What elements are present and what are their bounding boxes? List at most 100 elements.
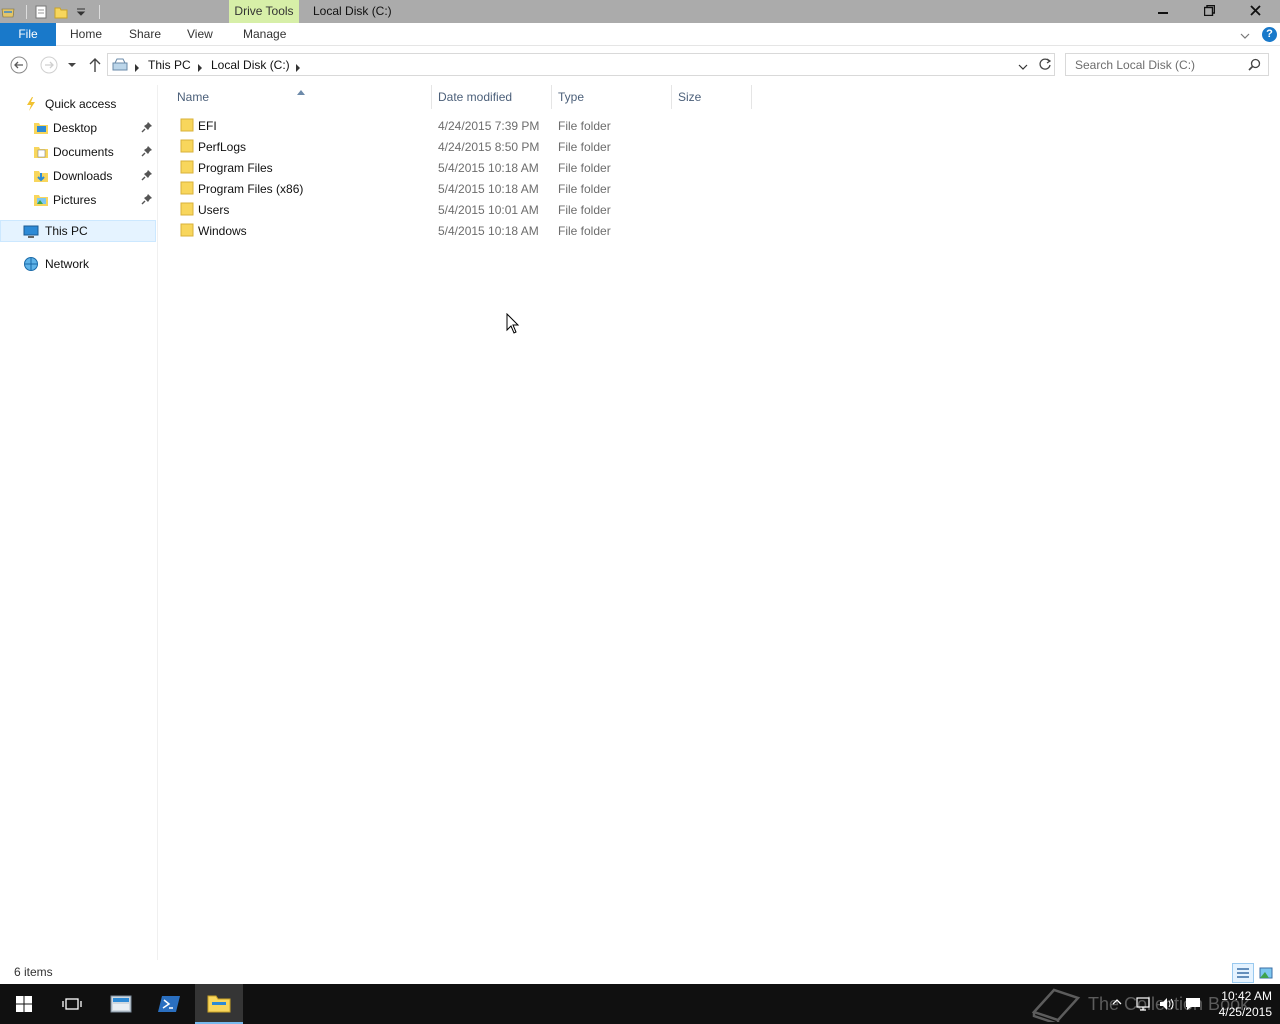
file-name: Users	[198, 203, 230, 217]
item-count: 6 items	[14, 965, 53, 979]
tab-manage[interactable]: Manage	[243, 23, 286, 46]
column-header-label: Type	[558, 90, 585, 104]
server-manager-icon	[110, 995, 132, 1013]
tab-home[interactable]: Home	[70, 23, 102, 46]
breadcrumb-separator-icon[interactable]	[197, 61, 203, 75]
file-date: 5/4/2015 10:18 AM	[438, 161, 539, 175]
column-header-type[interactable]: Type	[552, 85, 672, 109]
task-view-icon	[62, 998, 82, 1010]
file-name: Windows	[198, 224, 247, 238]
volume-icon[interactable]	[1158, 996, 1176, 1015]
file-date: 5/4/2015 10:18 AM	[438, 224, 539, 238]
file-date: 5/4/2015 10:01 AM	[438, 203, 539, 217]
folder-icon	[180, 223, 194, 237]
file-type: File folder	[558, 161, 611, 175]
nav-item-desktop[interactable]: Desktop	[0, 117, 156, 139]
back-button[interactable]	[8, 54, 30, 76]
close-icon	[1249, 4, 1261, 16]
search-input[interactable]: Search Local Disk (C:)	[1065, 53, 1269, 76]
column-header-label: Date modified	[438, 90, 513, 104]
file-row[interactable]: PerfLogs 4/24/2015 8:50 PM File folder	[172, 136, 752, 157]
file-row[interactable]: Program Files 5/4/2015 10:18 AM File fol…	[172, 157, 752, 178]
clock[interactable]: 10:42 AM 4/25/2015	[1200, 988, 1272, 1020]
file-date: 5/4/2015 10:18 AM	[438, 182, 539, 196]
address-history-chevron-icon[interactable]	[1018, 60, 1028, 74]
restore-button[interactable]	[1186, 0, 1232, 20]
nav-item-label: Downloads	[53, 169, 113, 183]
nav-item-label: This PC	[45, 224, 88, 238]
minimize-button[interactable]	[1140, 0, 1186, 20]
nav-item-downloads[interactable]: Downloads	[0, 165, 156, 187]
search-placeholder: Search Local Disk (C:)	[1075, 58, 1196, 72]
start-button[interactable]	[0, 984, 48, 1024]
customize-toolbar-dropdown-icon[interactable]	[73, 4, 89, 20]
network-tray-icon[interactable]	[1134, 996, 1152, 1015]
file-name: PerfLogs	[198, 140, 247, 154]
breadcrumb-local-disk[interactable]: Local Disk (C:)	[211, 58, 290, 72]
column-header-size[interactable]: Size	[672, 85, 752, 109]
up-button[interactable]	[84, 54, 106, 76]
title-bar: Drive Tools Local Disk (C:)	[0, 0, 1280, 23]
computer-icon	[23, 224, 39, 240]
taskbar-app-file-explorer[interactable]	[195, 984, 243, 1024]
breadcrumb-separator-icon[interactable]	[295, 61, 301, 75]
ribbon-tabs: File Home Share View Manage ?	[0, 23, 1280, 46]
taskbar-app-server-manager[interactable]	[97, 984, 145, 1024]
nav-item-pictures[interactable]: Pictures	[0, 189, 156, 211]
tab-view[interactable]: View	[187, 23, 213, 46]
restore-icon	[1203, 4, 1215, 16]
powershell-icon	[158, 996, 180, 1012]
properties-icon[interactable]	[33, 4, 49, 20]
file-row[interactable]: EFI 4/24/2015 7:39 PM File folder	[172, 115, 752, 136]
file-type: File folder	[558, 119, 611, 133]
pin-icon[interactable]	[141, 121, 153, 136]
close-button[interactable]	[1232, 0, 1278, 20]
help-icon[interactable]: ?	[1262, 27, 1277, 42]
explorer-icon[interactable]	[0, 4, 16, 20]
forward-arrow-icon	[40, 56, 58, 74]
pin-icon[interactable]	[141, 145, 153, 160]
nav-item-documents[interactable]: Documents	[0, 141, 156, 163]
details-view-button[interactable]	[1232, 963, 1254, 983]
file-row[interactable]: Windows 5/4/2015 10:18 AM File folder	[172, 220, 752, 241]
folder-icon	[180, 118, 194, 132]
new-folder-icon[interactable]	[53, 4, 69, 20]
file-type: File folder	[558, 203, 611, 217]
file-name: Program Files	[198, 161, 273, 175]
toolbar-divider	[26, 4, 27, 19]
nav-item-network[interactable]: Network	[0, 253, 156, 275]
taskbar-app-powershell[interactable]	[146, 984, 194, 1024]
recent-locations-button[interactable]	[61, 54, 83, 76]
nav-item-label: Pictures	[53, 193, 97, 207]
column-header-date-modified[interactable]: Date modified	[432, 85, 552, 109]
large-icons-view-icon	[1259, 967, 1273, 979]
window-title: Local Disk (C:)	[313, 4, 392, 18]
search-icon[interactable]	[1248, 58, 1261, 74]
nav-item-quick-access[interactable]: Quick access	[0, 93, 156, 115]
file-name: EFI	[198, 119, 217, 133]
nav-item-label: Documents	[53, 145, 114, 159]
tab-share[interactable]: Share	[129, 23, 161, 46]
address-bar[interactable]: This PC Local Disk (C:)	[107, 53, 1055, 76]
pin-icon[interactable]	[141, 193, 153, 208]
pin-icon[interactable]	[141, 169, 153, 184]
refresh-icon[interactable]	[1038, 57, 1052, 74]
expand-ribbon-chevron-icon[interactable]	[1240, 29, 1250, 43]
downloads-folder-icon	[33, 168, 49, 184]
desktop-folder-icon	[33, 120, 49, 136]
large-icons-view-button[interactable]	[1255, 963, 1277, 983]
file-row[interactable]: Program Files (x86) 5/4/2015 10:18 AM Fi…	[172, 178, 752, 199]
task-view-button[interactable]	[48, 984, 96, 1024]
quick-access-toolbar	[0, 0, 106, 23]
toolbar-divider	[99, 4, 100, 19]
file-row[interactable]: Users 5/4/2015 10:01 AM File folder	[172, 199, 752, 220]
mouse-cursor-icon	[506, 312, 520, 338]
clock-date: 4/25/2015	[1218, 1005, 1272, 1019]
breadcrumb-separator-icon[interactable]	[134, 61, 140, 75]
show-hidden-icons-icon[interactable]	[1112, 996, 1122, 1010]
tab-file[interactable]: File	[0, 23, 56, 46]
forward-button[interactable]	[38, 54, 60, 76]
context-tab-drive-tools: Drive Tools	[229, 0, 299, 23]
nav-item-this-pc[interactable]: This PC	[0, 220, 156, 242]
breadcrumb-this-pc[interactable]: This PC	[148, 58, 191, 72]
